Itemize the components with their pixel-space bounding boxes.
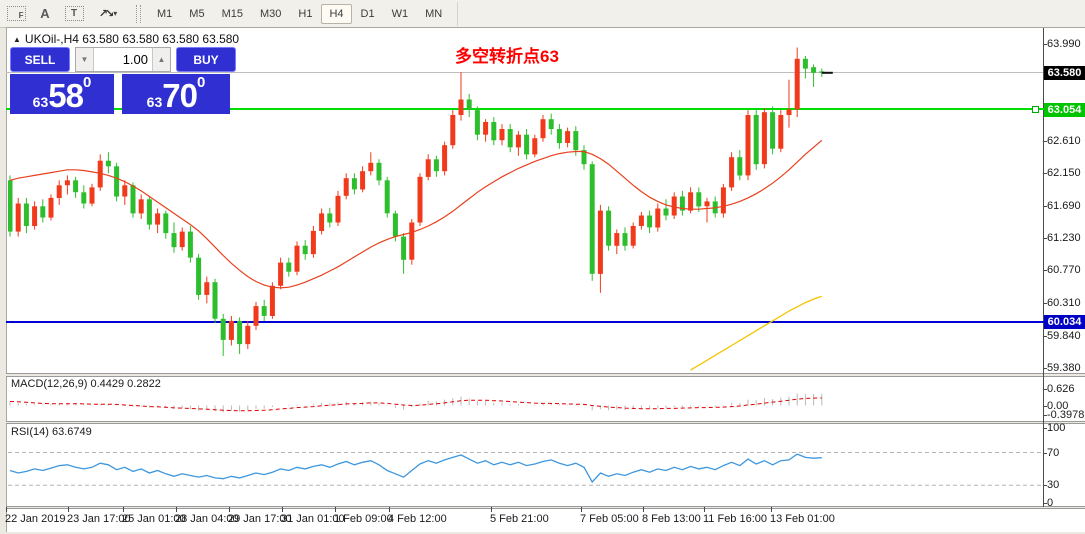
volume-input[interactable]	[94, 48, 152, 71]
price-tick: 61.230	[1047, 232, 1085, 244]
quote-values: 63.580 63.580 63.580 63.580	[82, 32, 239, 46]
buy-price-big: 70	[162, 79, 197, 112]
macd-label: MACD(12,26,9) 0.4429 0.2822	[11, 378, 161, 390]
pane-separator-timeaxis	[6, 506, 1085, 509]
time-label: 11 Feb 16:00	[703, 513, 767, 525]
timeframe-button-M15[interactable]: M15	[214, 4, 251, 24]
toolbar-separator	[457, 2, 458, 26]
volume-spinner: ▼ ▲	[75, 47, 171, 72]
text-label-icon[interactable]: A	[32, 3, 58, 25]
green-level-tag: 63.054	[1044, 103, 1085, 117]
price-tick: 62.150	[1047, 167, 1085, 179]
collapse-triangle-icon[interactable]: ▲	[13, 35, 21, 44]
sell-button[interactable]: SELL	[10, 47, 70, 72]
rsi-tick: 70	[1047, 447, 1085, 459]
time-label: 4 Feb 12:00	[388, 513, 447, 525]
price-tick: 62.610	[1047, 135, 1085, 147]
rsi-tick: 100	[1047, 422, 1085, 434]
toolbar: F A T ↗↘ ▾ M1M5M15M30H1H4D1W1MN	[0, 0, 1085, 28]
rsi-tick: 30	[1047, 479, 1085, 491]
text-box-icon[interactable]: T	[61, 3, 87, 25]
volume-increase-button[interactable]: ▲	[152, 48, 170, 71]
chart-annotation: 多空转折点63	[455, 42, 559, 67]
price-axis-line	[1043, 28, 1044, 507]
timeframe-button-D1[interactable]: D1	[353, 4, 383, 24]
time-label: 13 Feb 01:00	[770, 513, 835, 525]
macd-tick: -0.3978	[1047, 409, 1085, 421]
time-label: 8 Feb 13:00	[642, 513, 701, 525]
timeframe-button-M5[interactable]: M5	[181, 4, 212, 24]
buy-button[interactable]: BUY	[176, 47, 236, 72]
timeframe-button-H4[interactable]: H4	[321, 4, 351, 24]
blue-level-tag: 60.034	[1044, 315, 1085, 329]
timeframe-button-MN[interactable]: MN	[417, 4, 450, 24]
macd-tick: 0.626	[1047, 383, 1085, 395]
sell-price-display[interactable]: 63580	[10, 74, 114, 114]
timeframe-button-M30[interactable]: M30	[252, 4, 289, 24]
price-tick: 61.690	[1047, 200, 1085, 212]
rsi-label: RSI(14) 63.6749	[11, 426, 92, 438]
price-tick: 59.380	[1047, 362, 1085, 374]
buy-price-sup: 0	[197, 75, 205, 90]
macd-pane[interactable]	[8, 377, 1043, 421]
time-label: 5 Feb 21:00	[490, 513, 549, 525]
timeframe-button-W1[interactable]: W1	[384, 4, 417, 24]
time-label: 1 Feb 09:00	[334, 513, 393, 525]
current-price-tag: 63.580	[1044, 66, 1085, 80]
timeframe-button-H1[interactable]: H1	[290, 4, 320, 24]
price-tick: 60.770	[1047, 264, 1085, 276]
price-tick: 60.310	[1047, 297, 1085, 309]
crosshair-grid-icon[interactable]: F	[3, 3, 29, 25]
buy-price-display[interactable]: 63700	[122, 74, 230, 114]
timeframe-button-M1[interactable]: M1	[149, 4, 180, 24]
chevron-down-icon[interactable]: ▾	[113, 9, 117, 18]
one-click-trading-panel: SELL ▼ ▲ BUY 63580 63700	[10, 47, 236, 114]
sell-price-sup: 0	[83, 75, 91, 90]
chart-title: ▲ UKOil-,H4 63.580 63.580 63.580 63.580	[13, 32, 239, 46]
sell-price-small: 63	[33, 92, 49, 112]
symbol-label: UKOil-,H4	[25, 32, 79, 46]
price-tick: 59.840	[1047, 330, 1085, 342]
crosshair-grid-glyph: F	[7, 6, 26, 21]
rsi-tick: 0	[1047, 497, 1085, 509]
text-box-glyph: T	[65, 6, 84, 21]
rsi-pane[interactable]	[8, 424, 1043, 506]
toolbar-drag-handle[interactable]	[136, 5, 141, 23]
arrow-tool-glyph: ↗↘	[99, 7, 111, 20]
price-tick: 63.990	[1047, 38, 1085, 50]
time-label: 22 Jan 2019	[5, 513, 66, 525]
sell-price-big: 58	[48, 79, 83, 112]
time-label: 7 Feb 05:00	[580, 513, 639, 525]
arrow-tool-icon[interactable]: ↗↘ ▾	[90, 3, 126, 25]
volume-decrease-button[interactable]: ▼	[76, 48, 94, 71]
buy-price-small: 63	[147, 92, 163, 112]
timeframe-group: M1M5M15M30H1H4D1W1MN	[149, 4, 451, 24]
text-label-glyph: A	[40, 6, 49, 21]
